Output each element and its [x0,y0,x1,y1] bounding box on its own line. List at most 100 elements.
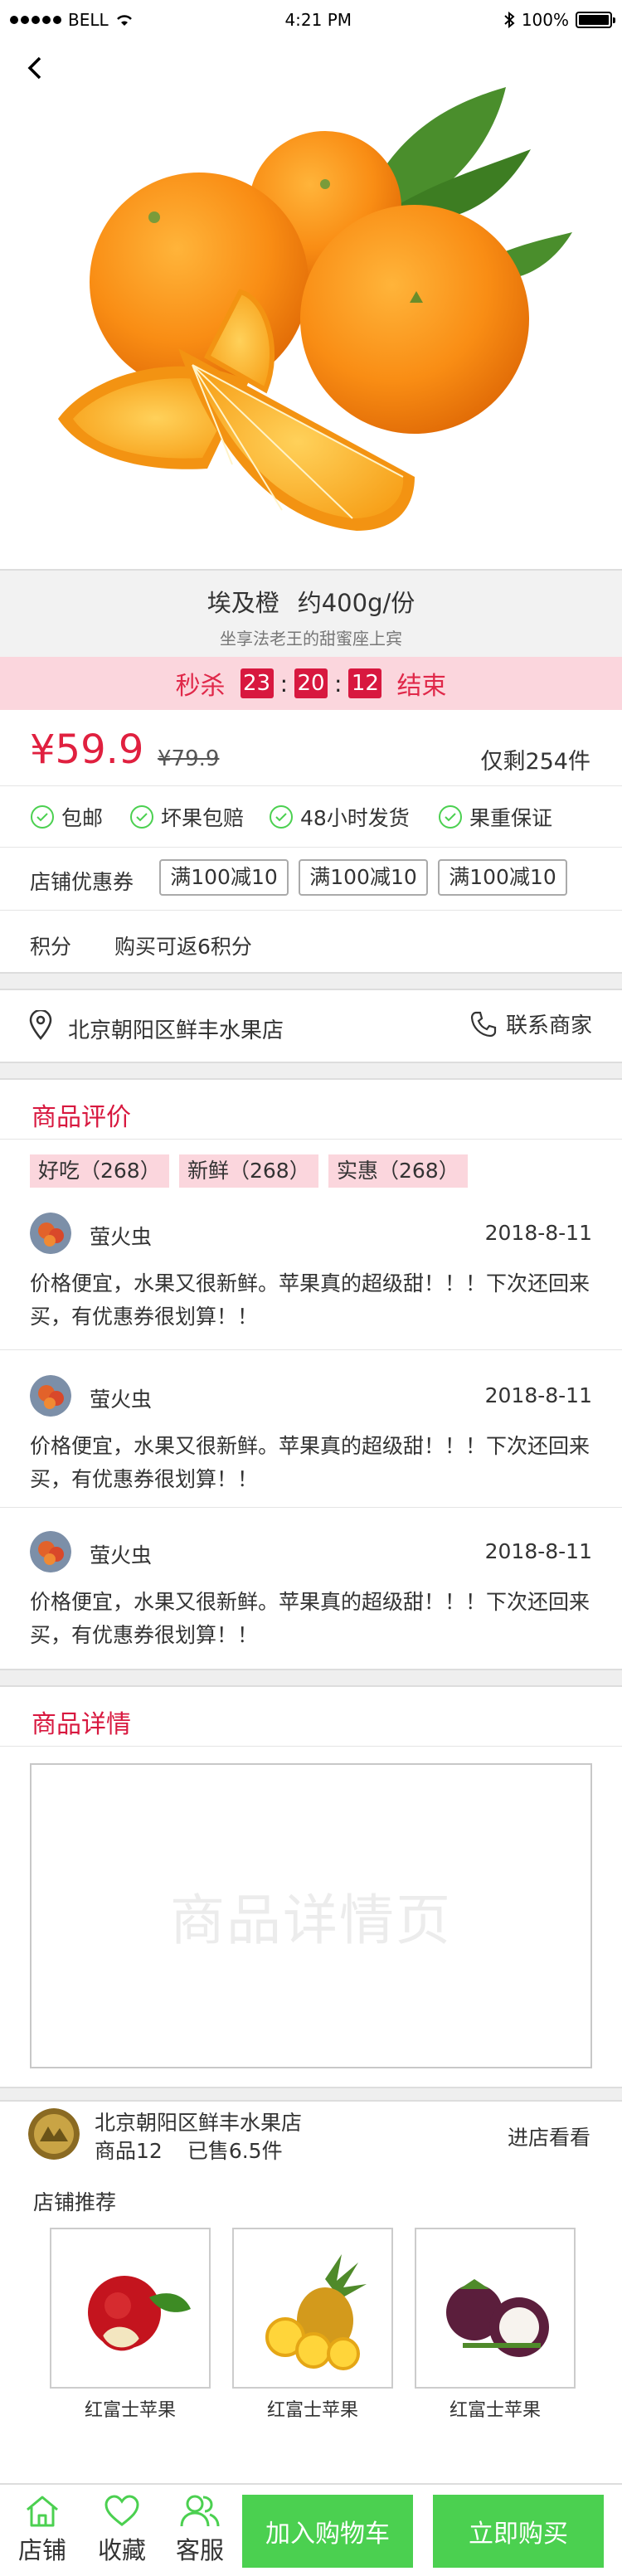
details-header: 商品详情 [0,1687,622,1747]
check-circle-icon [130,805,153,829]
chevron-left-icon [27,56,41,80]
guarantee-label: 48小时发货 [300,806,410,830]
home-icon [27,2496,58,2527]
favorite-label: 收藏 [97,2536,146,2564]
status-bar: BELL 4:21 PM 100% [0,0,622,40]
signal-icon [10,16,61,24]
store-button[interactable]: 店铺 [12,2493,73,2566]
shop-name: 北京朝阳区鲜丰水果店 [95,2111,303,2135]
review-tag[interactable]: 新鲜（268） [179,1154,318,1188]
countdown-minutes: 20 [294,668,328,698]
location-pin-icon [29,1010,52,1040]
details-placeholder-text: 商品详情页 [170,1888,452,1952]
coupon-row: 店铺优惠券 满100减10 满100减10 满100减10 [0,848,622,911]
review-item: 萤火虫 2018-8-11 价格便宜，水果又很新鲜。苹果真的超级甜！！！下次还回… [0,1375,622,1508]
guarantee-item: 包邮 [30,786,103,848]
recommend-product-image [50,2228,211,2389]
review-date: 2018-8-11 [484,1221,592,1245]
coupon-label: 店铺优惠券 [30,870,134,894]
countdown-seconds: 12 [348,668,382,698]
add-to-cart-button[interactable]: 加入购物车 [242,2495,413,2568]
store-address: 北京朝阳区鲜丰水果店 [68,1018,284,1043]
review-username: 萤火虫 [90,1388,153,1412]
countdown-separator: : [279,669,288,697]
coupon-button[interactable]: 满100减10 [438,859,567,896]
coupon-button[interactable]: 满100减10 [299,859,428,896]
stock-remaining: 仅剩254件 [480,749,590,775]
back-button[interactable] [20,51,53,85]
shop-recommend-label: 店铺推荐 [33,2190,117,2214]
shop-sold-count: 已售6.5件 [187,2139,283,2163]
status-time: 4:21 PM [284,10,352,30]
customer-service-label: 客服 [175,2536,224,2564]
bottom-action-bar: 店铺 收藏 客服 加入购物车 立即购买 [0,2483,622,2576]
phone-icon [470,1011,497,1037]
current-price: ¥59.9 [30,727,144,773]
countdown-separator: : [334,669,343,697]
enter-shop-link[interactable]: 进店看看 [508,2122,590,2151]
recommend-product-card[interactable]: 红富士苹果 [415,2228,576,2422]
coupon-button[interactable]: 满100减10 [159,859,289,896]
section-divider [0,1669,622,1687]
heart-icon [104,2495,139,2526]
recommend-product-card[interactable]: 红富士苹果 [232,2228,393,2422]
guarantee-item: 果重保证 [438,786,552,848]
avatar [30,1213,71,1254]
guarantee-label: 包邮 [61,806,104,830]
recommend-product-card[interactable]: 红富士苹果 [50,2228,211,2422]
review-item: 萤火虫 2018-8-11 价格便宜，水果又很新鲜。苹果真的超级甜！！！下次还回… [0,1531,622,1667]
guarantee-item: 48小时发货 [269,786,410,848]
battery-percent: 100% [521,10,569,30]
recommend-product-name: 红富士苹果 [449,2400,541,2421]
section-divider [0,2087,622,2102]
review-text: 价格便宜，水果又很新鲜。苹果真的超级甜！！！下次还回来买，有优惠券很划算！！ [30,1590,590,1647]
check-circle-icon [270,805,293,829]
service-guarantees: 包邮 坏果包赔 48小时发货 果重保证 [0,786,622,848]
wifi-icon [116,15,132,26]
details-title: 商品详情 [32,1710,131,1739]
buy-now-button[interactable]: 立即购买 [433,2495,604,2568]
review-username: 萤火虫 [90,1225,153,1249]
battery-icon [576,12,615,28]
details-placeholder-box: 商品详情页 [30,1763,592,2068]
points-value: 购买可返6积分 [114,935,252,959]
shop-info-row[interactable]: 北京朝阳区鲜丰水果店 商品12 已售6.5件 进店看看 [0,2102,622,2165]
countdown-hours: 23 [240,668,274,698]
favorite-button[interactable]: 收藏 [91,2493,153,2566]
bluetooth-icon [504,12,515,28]
store-location-row: 北京朝阳区鲜丰水果店 联系商家 [0,990,622,1062]
review-tags: 好吃（268） 新鲜（268） 实惠（268） [0,1138,622,1196]
check-circle-icon [31,805,54,829]
shop-logo [28,2108,80,2160]
customer-service-button[interactable]: 客服 [169,2493,231,2566]
review-username: 萤火虫 [90,1543,153,1567]
flash-sale-end-label: 结束 [396,672,447,701]
review-item: 萤火虫 2018-8-11 价格便宜，水果又很新鲜。苹果真的超级甜！！！下次还回… [0,1213,622,1350]
review-tag[interactable]: 实惠（268） [328,1154,468,1188]
review-date: 2018-8-11 [484,1539,592,1563]
reviews-header: 商品评价 [0,1080,622,1140]
recommend-product-name: 红富士苹果 [84,2400,176,2421]
guarantee-label: 果重保证 [469,806,553,830]
review-text: 价格便宜，水果又很新鲜。苹果真的超级甜！！！下次还回来买，有优惠券很划算！！ [30,1434,590,1491]
product-image [0,0,622,569]
carrier-label: BELL [68,10,109,30]
avatar [30,1531,71,1572]
shop-goods-count: 商品12 [95,2139,163,2163]
flash-sale-label: 秒杀 [175,672,226,701]
points-row: 积分 购买可返6积分 [0,911,622,974]
review-date: 2018-8-11 [484,1383,592,1407]
recommend-product-image [415,2228,576,2389]
check-circle-icon [439,805,462,829]
product-name: 埃及橙 [207,589,279,617]
guarantee-item: 坏果包赔 [129,786,244,848]
review-tag[interactable]: 好吃（268） [30,1154,169,1188]
recommend-product-image [232,2228,393,2389]
product-spec: 约400g/份 [297,589,415,617]
contact-merchant-button[interactable]: 联系商家 [469,1009,592,1039]
section-divider [0,1062,622,1080]
price-row: ¥59.9 ¥79.9 仅剩254件 [0,710,622,786]
flash-sale-bar: 秒杀 23 : 20 : 12 结束 [0,657,622,710]
shop-stats: 商品12 已售6.5件 [95,2135,283,2165]
avatar [30,1375,71,1417]
